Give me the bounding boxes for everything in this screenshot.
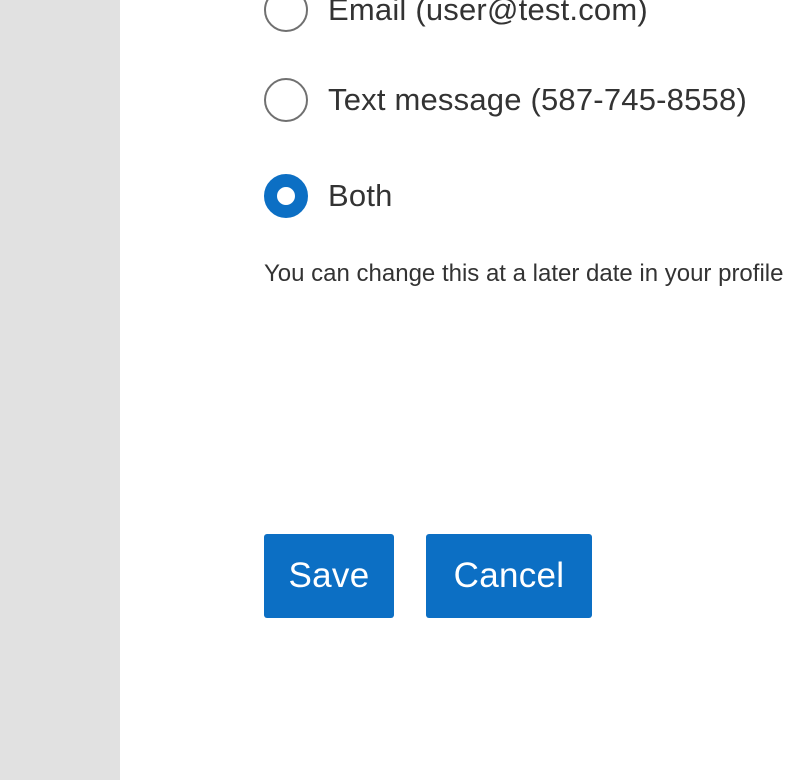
radio-option-both[interactable]: Both bbox=[264, 172, 393, 220]
radio-label-both: Both bbox=[328, 178, 393, 213]
radio-button-email[interactable] bbox=[264, 0, 308, 32]
radio-option-email[interactable]: Email (user@test.com) bbox=[264, 0, 648, 34]
main-content: Email (user@test.com) Text message (587-… bbox=[120, 0, 808, 780]
radio-button-both[interactable] bbox=[264, 174, 308, 218]
cancel-button[interactable]: Cancel bbox=[426, 534, 592, 618]
radio-label-text-message: Text message (587-745-8558) bbox=[328, 82, 747, 117]
left-sidebar bbox=[0, 0, 120, 780]
radio-button-text-message[interactable] bbox=[264, 78, 308, 122]
page: Email (user@test.com) Text message (587-… bbox=[0, 0, 808, 780]
radio-option-text-message[interactable]: Text message (587-745-8558) bbox=[264, 76, 747, 124]
helper-text: You can change this at a later date in y… bbox=[264, 260, 784, 287]
save-button[interactable]: Save bbox=[264, 534, 394, 618]
radio-label-email: Email (user@test.com) bbox=[328, 0, 648, 27]
